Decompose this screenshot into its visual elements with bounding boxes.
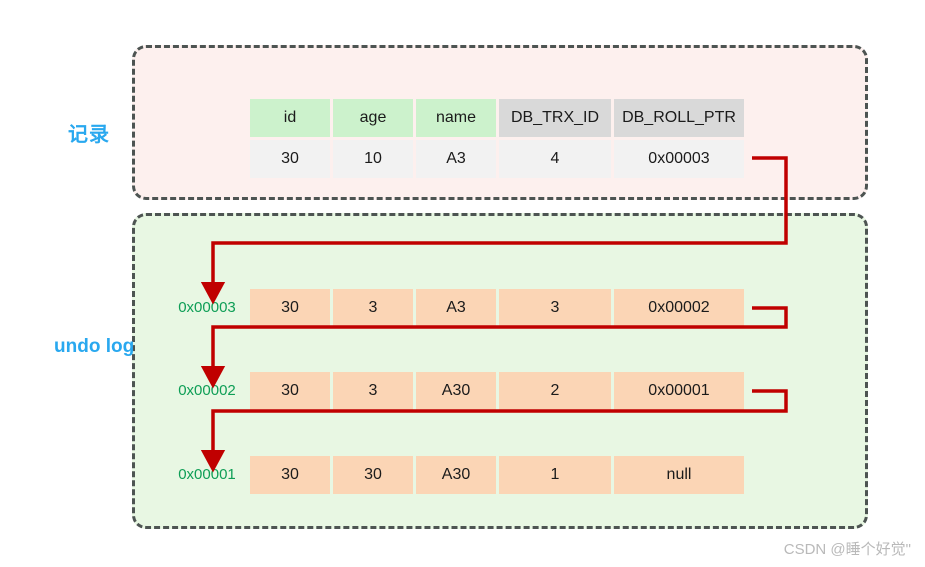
undo-2-cell-db-trx-id: 1 (499, 456, 611, 494)
undo-2-cell-db-roll-ptr: null (614, 456, 744, 494)
record-header-cell-age: age (333, 99, 413, 137)
undo-entry-row-0: 30 3 A3 3 0x00002 (250, 289, 744, 327)
record-header-row: id age name DB_TRX_ID DB_ROLL_PTR (250, 99, 744, 137)
record-cell-db-trx-id: 4 (499, 140, 611, 178)
undo-0-cell-db-roll-ptr: 0x00002 (614, 289, 744, 327)
record-cell-name: A3 (416, 140, 496, 178)
undo-entry-pointer-2: 0x00001 (178, 466, 236, 483)
undo-2-cell-age: 30 (333, 456, 413, 494)
undo-0-cell-name: A3 (416, 289, 496, 327)
undo-1-cell-name: A30 (416, 372, 496, 410)
record-header-cell-name: name (416, 99, 496, 137)
undo-log-label: undo log (54, 336, 135, 357)
record-header-cell-id: id (250, 99, 330, 137)
undo-entry-row-2: 30 30 A30 1 null (250, 456, 744, 494)
record-header-cell-db-trx-id: DB_TRX_ID (499, 99, 611, 137)
undo-2-cell-id: 30 (250, 456, 330, 494)
undo-1-cell-db-trx-id: 2 (499, 372, 611, 410)
undo-entry-row-1: 30 3 A30 2 0x00001 (250, 372, 744, 410)
record-header-cell-db-roll-ptr: DB_ROLL_PTR (614, 99, 744, 137)
record-cell-db-roll-ptr: 0x00003 (614, 140, 744, 178)
record-value-row: 30 10 A3 4 0x00003 (250, 140, 744, 178)
undo-entry-pointer-1: 0x00002 (178, 382, 236, 399)
undo-0-cell-age: 3 (333, 289, 413, 327)
record-cell-id: 30 (250, 140, 330, 178)
diagram-canvas: 记录 undo log id age name DB_TRX_ID DB_ROL… (0, 0, 925, 567)
undo-1-cell-db-roll-ptr: 0x00001 (614, 372, 744, 410)
undo-entry-pointer-0: 0x00003 (178, 299, 236, 316)
undo-1-cell-age: 3 (333, 372, 413, 410)
undo-0-cell-id: 30 (250, 289, 330, 327)
record-label: 记录 (68, 124, 110, 146)
undo-1-cell-id: 30 (250, 372, 330, 410)
record-cell-age: 10 (333, 140, 413, 178)
undo-2-cell-name: A30 (416, 456, 496, 494)
watermark: CSDN @睡个好觉" (783, 541, 911, 558)
undo-0-cell-db-trx-id: 3 (499, 289, 611, 327)
